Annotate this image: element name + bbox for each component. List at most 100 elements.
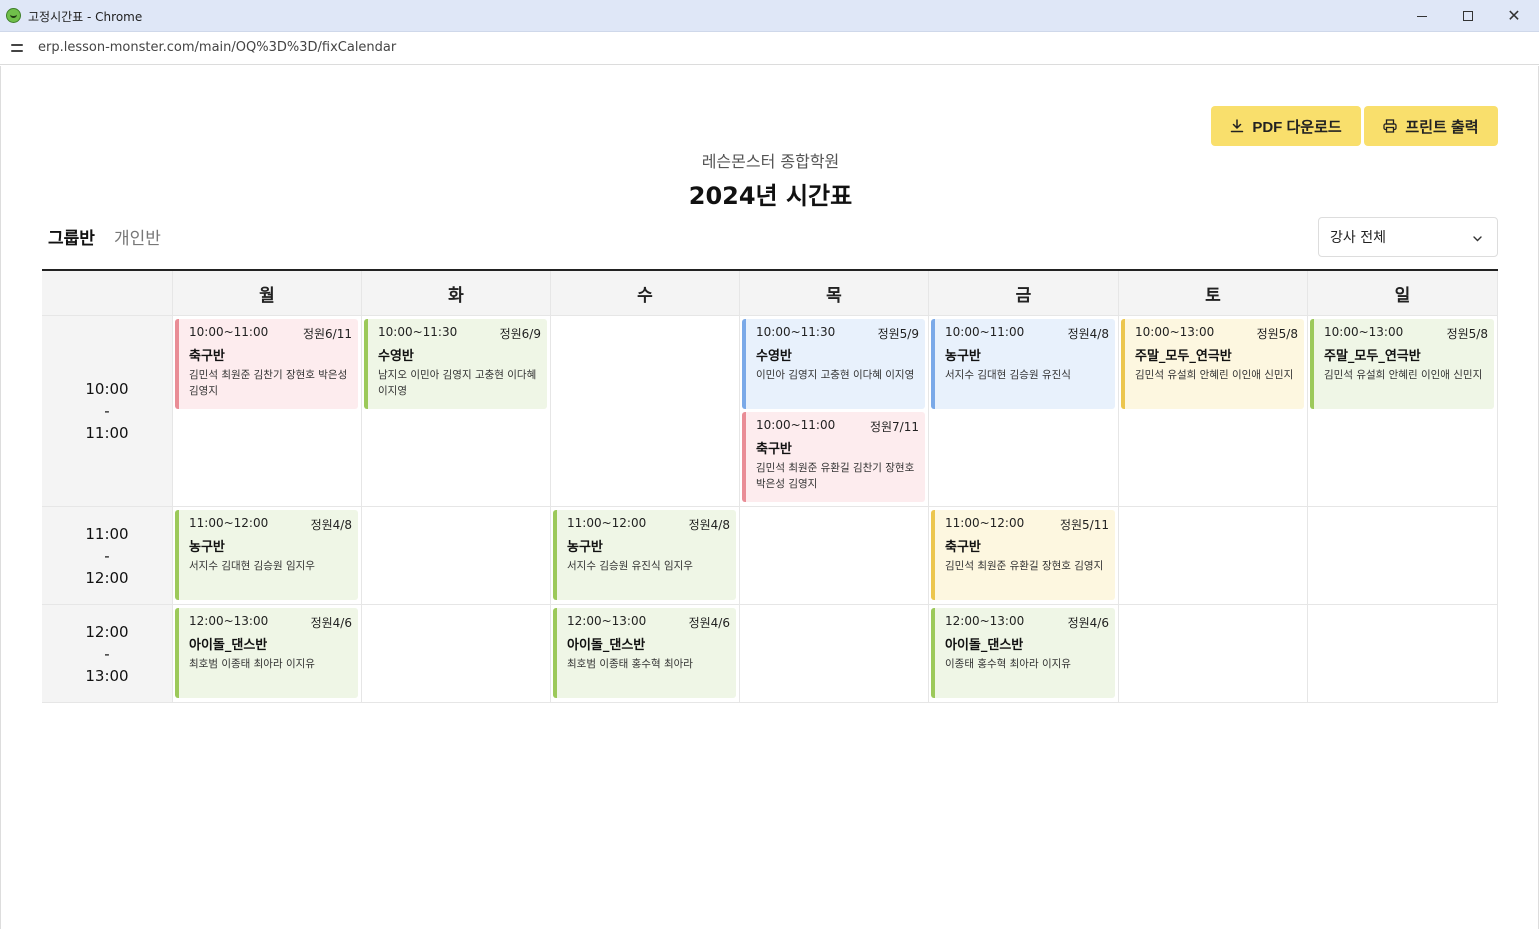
schedule-cell[interactable] [740, 605, 929, 703]
class-capacity: 정원6/11 [302, 327, 352, 341]
time-slot-cell: 10:00 - 11:00 [42, 316, 173, 507]
page-title: 2024년 시간표 [688, 182, 853, 210]
class-name: 농구반 [945, 349, 981, 364]
slot-end: 11:00 [85, 424, 129, 442]
class-students: 서지수 김대현 김승원 유진식 [945, 369, 1071, 381]
class-students: 김민석 최원준 김찬기 장현호 박은성 김영지 [189, 369, 348, 397]
minimize-button[interactable] [1399, 0, 1445, 32]
class-capacity: 정원4/8 [1067, 327, 1109, 341]
class-card[interactable]: 10:00~11:30 정원6/9 수영반 남지오 이민아 김영지 고충현 이다혜 이… [364, 319, 547, 409]
class-time: 12:00~13:00 [189, 614, 269, 628]
minimize-icon [1417, 15, 1427, 17]
slot-sep: - [104, 546, 110, 565]
class-capacity: 정원4/8 [688, 518, 730, 532]
close-button[interactable]: ✕ [1491, 0, 1537, 32]
slot-start: 12:00 [85, 622, 129, 641]
class-students: 최호범 이종태 홍수혁 최아라 [567, 658, 693, 670]
class-students: 이민아 김영지 고충현 이다혜 이지영 [756, 369, 915, 381]
class-card[interactable]: 10:00~11:00 정원4/8 농구반서지수 김대현 김승원 유진식 [931, 319, 1115, 409]
class-name: 수영반 [756, 349, 792, 364]
class-name: 아이돌_댄스반 [945, 638, 1024, 653]
class-card[interactable]: 12:00~13:00 정원4/6 아이돌_댄스반 최호범 이종태 최아라 이지유 [175, 608, 358, 698]
class-time: 10:00~13:00 [1135, 325, 1215, 339]
class-card[interactable]: 10:00~11:00 정원6/11 축구반 김민석 최원준 김찬기 장현호 박은성 … [175, 319, 358, 409]
class-students: 최호범 이종태 최아라 이지유 [189, 658, 315, 670]
printer-icon [1383, 119, 1398, 133]
class-name: 아이돌_댄스반 [189, 638, 268, 653]
day-header: 일 [1308, 271, 1498, 316]
class-card[interactable]: 12:00~13:00 정원4/6 아이돌_댄스반 이종태 홍수혁 최아라 이지유 [931, 608, 1115, 698]
schedule-cell[interactable] [1308, 605, 1498, 703]
class-card[interactable]: 10:00~13:00 정원5/8 주말_모두_연극반김민석 유설희 안혜린 이인애… [1121, 319, 1304, 409]
class-students: 이종태 홍수혁 최아라 이지유 [945, 658, 1071, 670]
maximize-button[interactable] [1445, 0, 1491, 32]
class-students: 서지수 김대현 김승원 임지우 [189, 560, 315, 572]
print-button[interactable]: 프린트 출력 [1364, 106, 1498, 146]
schedule-cell[interactable] [1119, 605, 1308, 703]
time-slot-cell: 12:00 - 13:00 [42, 605, 173, 703]
day-header: 수 [551, 271, 740, 316]
class-time: 12:00~13:00 [945, 614, 1025, 628]
schedule-cell[interactable] [1308, 507, 1498, 605]
class-name: 주말_모두_연극반 [1324, 349, 1421, 364]
teacher-filter-select[interactable]: 강사 전체 [1318, 217, 1498, 257]
class-time: 10:00~13:00 [1324, 325, 1404, 339]
app-icon [6, 8, 21, 23]
class-name: 농구반 [189, 540, 225, 555]
timetable-grid: 월 화 수 목 금 토 일 10:00 - 11:00 11:00 - 12:00 12:00 - 13:00… [42, 269, 1498, 703]
class-students: 김민석 최원준 유환길 장현호 김영지 [945, 560, 1104, 572]
class-name: 주말_모두_연극반 [1135, 349, 1232, 364]
chevron-down-icon [1472, 232, 1483, 248]
schedule-cell[interactable] [362, 605, 551, 703]
class-capacity: 정원5/8 [1446, 327, 1488, 341]
schedule-cell[interactable] [362, 507, 551, 605]
download-icon [1230, 119, 1244, 133]
slot-start: 11:00 [85, 524, 129, 543]
class-card[interactable]: 11:00~12:00 정원4/8 농구반 서지수 김승원 유진식 임지우 [553, 510, 736, 600]
class-card[interactable]: 10:00~11:30 정원5/9 수영반 이민아 김영지 고충현 이다혜 이지영 [742, 319, 925, 409]
class-students: 김민석 유설희 안혜린 이인애 신민지 [1135, 369, 1294, 381]
slot-start: 10:00 [85, 380, 129, 398]
class-card[interactable]: 10:00~11:00 정원7/11 축구반 김민석 최원준 유환길 김찬기 장현호 … [742, 412, 925, 502]
class-capacity: 정원5/8 [1256, 327, 1298, 341]
day-header: 목 [740, 271, 929, 316]
schedule-cell[interactable] [740, 507, 929, 605]
window-title: 고정시간표 - Chrome [28, 10, 143, 24]
schedule-cell[interactable] [1119, 507, 1308, 605]
class-name: 아이돌_댄스반 [567, 638, 646, 653]
academy-name: 레슨몬스터 종합학원 [701, 152, 840, 171]
day-header: 토 [1119, 271, 1308, 316]
class-card[interactable]: 10:00~13:00 정원5/8 주말_모두_연극반김민석 유설희 안혜린 이인애… [1310, 319, 1494, 409]
class-card[interactable]: 12:00~13:00 정원4/6 아이돌_댄스반 최호범 이종태 홍수혁 최아라 [553, 608, 736, 698]
schedule-cell[interactable] [551, 316, 740, 507]
page-content: PDF 다운로드 프린트 출력 레슨몬스터 종합학원 2024년 시간표 그룹반… [0, 66, 1539, 929]
class-time: 11:00~12:00 [189, 516, 269, 530]
day-header: 금 [929, 271, 1119, 316]
site-settings-icon[interactable] [10, 41, 25, 56]
class-card[interactable]: 11:00~12:00 정원4/8 농구반서지수 김대현 김승원 임지우 [175, 510, 358, 600]
class-time: 12:00~13:00 [567, 614, 647, 628]
class-capacity: 정원4/8 [310, 518, 352, 532]
class-time: 10:00~11:00 [945, 325, 1025, 339]
slot-end: 12:00 [85, 568, 129, 587]
class-time: 10:00~11:00 [756, 418, 836, 432]
class-name: 축구반 [756, 442, 792, 457]
url-text[interactable]: erp.lesson-monster.com/main/OQ%3D%3D/fix… [38, 40, 396, 55]
pdf-download-button[interactable]: PDF 다운로드 [1211, 106, 1361, 146]
browser-titlebar: 고정시간표 - Chrome ✕ [0, 0, 1539, 32]
pdf-download-label: PDF 다운로드 [1252, 118, 1342, 136]
close-icon: ✕ [1507, 6, 1521, 25]
class-name: 농구반 [567, 540, 603, 555]
class-time: 10:00~11:30 [378, 325, 458, 339]
class-students: 김민석 유설희 안혜린 이인애 신민지 [1324, 369, 1483, 381]
class-capacity: 정원6/9 [499, 327, 541, 341]
class-name: 축구반 [945, 540, 981, 555]
tab-group-class[interactable]: 그룹반 [48, 224, 95, 249]
slot-end: 13:00 [85, 666, 129, 685]
print-label: 프린트 출력 [1405, 118, 1479, 136]
tab-private-class[interactable]: 개인반 [114, 224, 161, 249]
class-card[interactable]: 11:00~12:00 정원5/11 축구반 김민석 최원준 유환길 장현호 김영지 [931, 510, 1115, 600]
address-bar[interactable]: erp.lesson-monster.com/main/OQ%3D%3D/fix… [0, 32, 1539, 65]
class-capacity: 정원5/9 [877, 327, 919, 341]
slot-sep: - [104, 402, 110, 420]
